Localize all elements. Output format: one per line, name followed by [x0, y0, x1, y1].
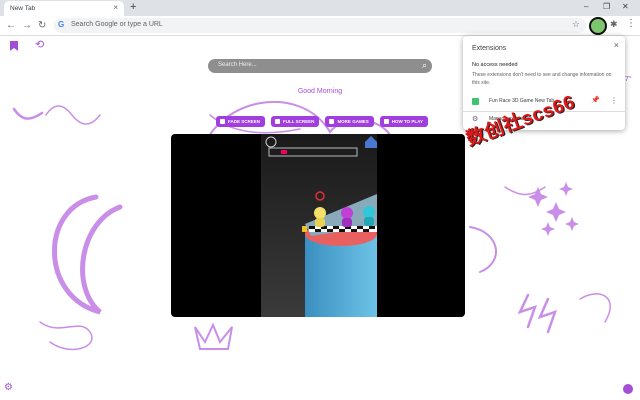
- game-scene: [261, 134, 377, 317]
- bookmark-star-icon[interactable]: ☆: [572, 19, 580, 30]
- address-bar[interactable]: G Search Google or type a URL ☆: [54, 18, 586, 33]
- pin-icon[interactable]: 📌: [591, 96, 600, 104]
- new-tab-button[interactable]: +: [130, 1, 136, 13]
- popup-description: These extensions don't need to see and c…: [472, 72, 612, 86]
- forward-icon[interactable]: →: [22, 20, 32, 31]
- browser-toolbar: ← → ↻ G Search Google or type a URL ☆: [0, 16, 640, 36]
- search-icon[interactable]: ⌕: [422, 60, 427, 71]
- how-to-play-label: HOW TO PLAY: [391, 119, 423, 124]
- extensions-puzzle-icon[interactable]: ✱: [610, 19, 618, 30]
- browser-menu-icon[interactable]: ⋮: [626, 18, 636, 29]
- back-icon[interactable]: ←: [6, 20, 16, 31]
- how-to-play-button[interactable]: HOW TO PLAY: [379, 116, 428, 127]
- tab-title: New Tab: [10, 5, 36, 12]
- more-games-button[interactable]: MORE GAMES: [325, 116, 374, 127]
- game-controls: FADE SCREEN FULL SCREEN MORE GAMES HOW T…: [216, 116, 428, 127]
- window-close-icon[interactable]: ✕: [622, 2, 629, 11]
- games-icon: [329, 119, 335, 124]
- full-screen-button[interactable]: FULL SCREEN: [271, 116, 320, 127]
- info-corner-icon[interactable]: [623, 384, 633, 394]
- reload-icon[interactable]: ↻: [38, 20, 46, 31]
- tab-new-tab[interactable]: New Tab ×: [4, 1, 124, 16]
- extension-more-icon[interactable]: ⋮: [610, 96, 618, 105]
- fade-screen-label: FADE SCREEN: [228, 119, 261, 124]
- history-icon[interactable]: ⟲: [35, 38, 44, 51]
- search-input[interactable]: Search Here...: [218, 62, 257, 68]
- popup-subtitle: No access needed: [472, 62, 518, 68]
- info-icon: [383, 119, 389, 124]
- fade-screen-button[interactable]: FADE SCREEN: [216, 116, 266, 127]
- popup-close-icon[interactable]: ×: [614, 40, 619, 50]
- settings-gear-icon[interactable]: ⚙: [4, 382, 13, 393]
- extension-icon: [472, 98, 479, 105]
- fade-icon: [220, 119, 225, 124]
- restore-icon[interactable]: ❐: [603, 2, 610, 11]
- page-search-bar[interactable]: Search Here... ⌕: [208, 59, 432, 73]
- address-placeholder: Search Google or type a URL: [71, 21, 163, 28]
- tab-close-icon[interactable]: ×: [113, 3, 118, 12]
- more-games-label: MORE GAMES: [337, 119, 369, 124]
- fullscreen-icon: [275, 119, 281, 124]
- game-canvas[interactable]: [171, 134, 465, 317]
- google-icon: G: [58, 20, 65, 29]
- minimize-icon[interactable]: –: [584, 2, 588, 11]
- weather-temperature: 7°: [625, 76, 632, 83]
- full-screen-label: FULL SCREEN: [283, 119, 315, 124]
- popup-title: Extensions: [472, 45, 507, 52]
- fun-race-extension-icon[interactable]: [589, 17, 607, 35]
- tab-strip: New Tab × + – ❐ ✕: [0, 0, 640, 16]
